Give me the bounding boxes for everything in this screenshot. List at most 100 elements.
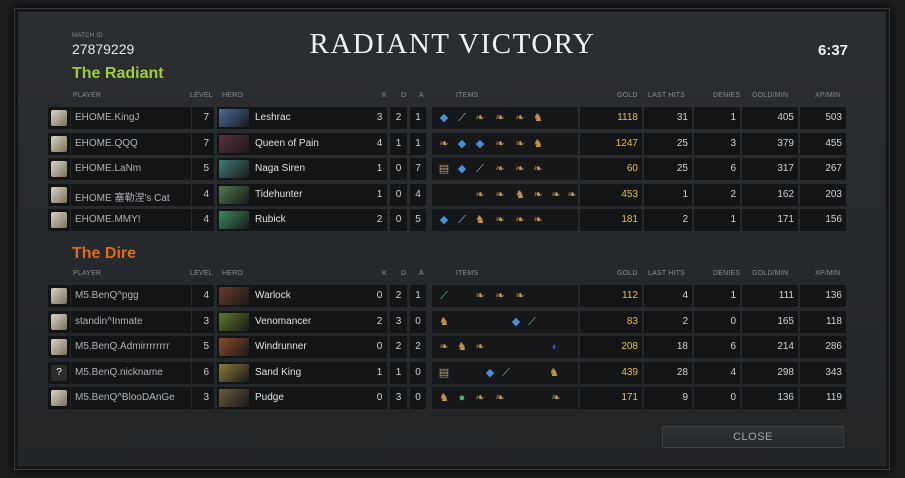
avatar[interactable] <box>51 110 67 126</box>
item-icon[interactable]: ❧ <box>512 162 528 176</box>
item-icon[interactable]: ♞ <box>472 213 488 227</box>
item-icon[interactable]: ♞ <box>530 111 546 125</box>
avatar[interactable] <box>51 161 67 177</box>
item-icon[interactable]: ● <box>454 391 470 405</box>
item-icon[interactable]: ❧ <box>436 137 452 151</box>
item-icon[interactable]: ⟋ <box>436 289 452 303</box>
item-icon[interactable]: ⟋ <box>498 366 514 380</box>
item-icon[interactable]: ◆ <box>436 111 452 125</box>
deaths-cell: 2 <box>390 107 407 129</box>
player-name[interactable]: EHOME.LaNm <box>75 163 191 174</box>
player-name[interactable]: M5.BenQ.nickname <box>75 367 191 378</box>
player-row[interactable]: EHOME.KingJ 7 Leshrac 3 2 1 ◆ ⟋ ❧ ❧ ❧ ♞ 1118 31 1 405 50… <box>48 107 846 129</box>
player-name[interactable]: standin^Inmate <box>75 316 191 327</box>
last-hits-cell: 2 <box>644 310 692 333</box>
deaths-value: 2 <box>395 290 402 301</box>
item-icon[interactable]: ❧ <box>492 391 508 405</box>
item-icon[interactable]: ♞ <box>546 366 562 380</box>
close-button[interactable]: CLOSE <box>662 426 844 448</box>
player-row[interactable]: M5.BenQ^BlooDAnGe 3 Pudge 0 3 0 ♞ ● ❧ ❧ ❧ 171 9 0 136 1… <box>48 387 846 409</box>
item-icon[interactable]: ❧ <box>530 162 546 176</box>
kills-cell: 0 <box>372 336 387 358</box>
player-row[interactable]: M5.BenQ.Admirrrrrrrr 5 Windrunner 0 2 2 ❧ ♞ ❧ ◖ 20… <box>48 336 846 358</box>
item-icon[interactable]: ❧ <box>492 188 508 202</box>
item-icon[interactable]: ❧ <box>530 188 546 202</box>
item-icon[interactable]: ♞ <box>512 188 528 202</box>
item-icon[interactable]: ◆ <box>472 137 488 151</box>
item-icon[interactable]: ❧ <box>472 340 488 354</box>
item-icon[interactable]: ❧ <box>564 188 580 202</box>
item-icon[interactable]: ❧ <box>548 188 564 202</box>
player-row[interactable]: ? M5.BenQ.nickname 6 Sand King 1 1 0 ▤ ◆ ⟋ ♞ 439 28 4… <box>48 361 846 384</box>
col-gpm: GOLD/MIN <box>752 270 789 277</box>
hero-cell: Leshrac <box>217 107 372 129</box>
player-name[interactable]: EHOME 塞勒涅's Cat <box>75 189 191 204</box>
deaths-cell: 1 <box>390 132 407 155</box>
item-icon[interactable]: ⟋ <box>454 111 470 125</box>
avatar[interactable] <box>51 212 67 228</box>
player-row[interactable]: EHOME.MMY! 4 Rubick 2 0 5 ◆ ⟋ ♞ ❧ ❧ ❧ 181 2 1 171 156 <box>48 209 846 231</box>
item-icon[interactable]: ❧ <box>512 213 528 227</box>
item-icon[interactable]: ❧ <box>472 391 488 405</box>
items-cell: ♞ ◆ ⟋ <box>432 310 578 333</box>
item-icon[interactable]: ❧ <box>492 289 508 303</box>
item-icon[interactable]: ⟋ <box>524 315 540 329</box>
item-icon[interactable]: ♞ <box>454 340 470 354</box>
item-icon[interactable]: ♞ <box>436 315 452 329</box>
item-icon[interactable]: ◖ <box>546 340 562 354</box>
player-row[interactable]: EHOME.LaNm 5 Naga Siren 1 0 7 ▤ ◆ ⟋ ❧ ❧ ❧ 60 25 6 317 26… <box>48 158 846 180</box>
item-icon[interactable]: ❧ <box>492 213 508 227</box>
deaths-value: 0 <box>395 214 402 225</box>
item-icon[interactable]: ❧ <box>492 137 508 151</box>
hero-portrait <box>219 185 249 204</box>
gpm-cell: 317 <box>742 158 798 180</box>
hero-name: Sand King <box>255 366 302 378</box>
item-icon[interactable]: ⟋ <box>472 162 488 176</box>
item-icon[interactable]: ❧ <box>436 340 452 354</box>
avatar[interactable] <box>51 186 67 203</box>
item-icon[interactable]: ♞ <box>530 137 546 151</box>
denies-value: 3 <box>730 137 736 149</box>
item-icon[interactable]: ◆ <box>482 366 498 380</box>
item-icon[interactable]: ▤ <box>436 366 452 380</box>
player-name[interactable]: EHOME.KingJ <box>75 112 191 123</box>
player-name[interactable]: EHOME.QQQ <box>75 138 191 149</box>
assists-cell: 0 <box>410 361 426 384</box>
avatar[interactable] <box>51 390 67 406</box>
player-name[interactable]: M5.BenQ^BlooDAnGe <box>75 392 191 403</box>
item-icon[interactable]: ⟋ <box>454 213 470 227</box>
level-cell: 4 <box>192 285 214 307</box>
avatar[interactable]: ? <box>51 364 67 381</box>
item-icon[interactable]: ◆ <box>454 162 470 176</box>
avatar[interactable] <box>51 135 67 152</box>
item-icon[interactable]: ◆ <box>436 213 452 227</box>
player-name[interactable]: EHOME.MMY! <box>75 214 191 225</box>
item-icon[interactable]: ◆ <box>508 315 524 329</box>
assists-value: 1 <box>415 137 421 149</box>
item-icon[interactable]: ❧ <box>472 289 488 303</box>
last-hits-value: 2 <box>682 315 688 327</box>
player-name[interactable]: M5.BenQ.Admirrrrrrrr <box>75 341 191 352</box>
item-icon[interactable]: ❧ <box>492 111 508 125</box>
player-row[interactable]: EHOME.QQQ 7 Queen of Pain 4 1 1 ❧ ◆ ◆ ❧ ❧ ♞ 1247 25 3 3… <box>48 132 846 155</box>
item-icon[interactable]: ❧ <box>512 289 528 303</box>
col-level: LEVEL <box>190 270 213 277</box>
avatar[interactable] <box>51 313 67 330</box>
item-icon[interactable]: ❧ <box>548 391 564 405</box>
hero-cell: Rubick <box>217 209 372 231</box>
item-icon[interactable]: ◆ <box>454 137 470 151</box>
player-row[interactable]: EHOME 塞勒涅's Cat 4 Tidehunter 1 0 4 ❧ ❧ ♞ ❧ ❧ ❧ 453 1 2… <box>48 183 846 206</box>
item-icon[interactable]: ▤ <box>436 162 452 176</box>
item-icon[interactable]: ❧ <box>512 111 528 125</box>
item-icon[interactable]: ♞ <box>436 391 452 405</box>
item-icon[interactable]: ❧ <box>472 188 488 202</box>
player-row[interactable]: standin^Inmate 3 Venomancer 2 3 0 ♞ ◆ ⟋ 83 2 0 165 11… <box>48 310 846 333</box>
player-row[interactable]: M5.BenQ^pgg 4 Warlock 0 2 1 ⟋ ❧ ❧ ❧ 112 4 1 111 136 <box>48 285 846 307</box>
avatar[interactable] <box>51 288 67 304</box>
item-icon[interactable]: ❧ <box>530 213 546 227</box>
item-icon[interactable]: ❧ <box>492 162 508 176</box>
avatar[interactable] <box>51 339 67 355</box>
item-icon[interactable]: ❧ <box>472 111 488 125</box>
player-name[interactable]: M5.BenQ^pgg <box>75 290 191 301</box>
item-icon[interactable]: ❧ <box>512 137 528 151</box>
